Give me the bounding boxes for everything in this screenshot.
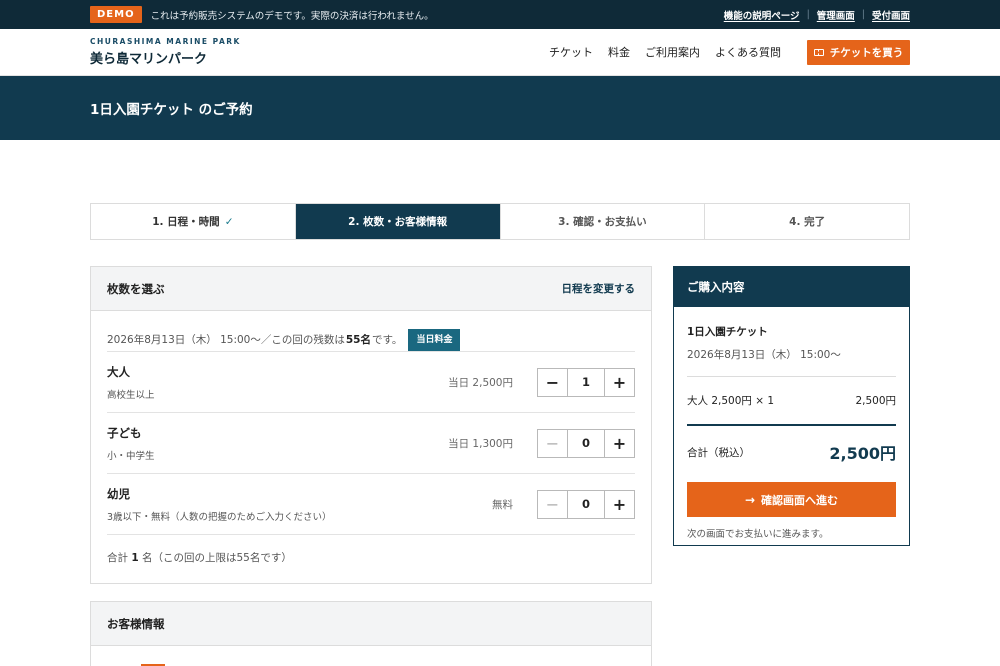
demo-links: 機能の説明ページ | 管理画面 | 受付画面	[723, 8, 910, 22]
demo-badge: DEMO	[90, 6, 142, 23]
ticket-price: 当日 2,500円	[448, 376, 513, 389]
admin-link[interactable]: 管理画面	[817, 8, 855, 22]
ticket-name: 大人	[107, 364, 130, 379]
ticket-desc: 3歳以下・無料（人数の把握のためご入力ください）	[107, 511, 332, 523]
summary-line-item: 大人 2,500円 × 1 2,500円	[687, 393, 896, 426]
site-header: CHURASHIMA MARINE PARK 美ら島マリンパーク チケット 料金…	[0, 29, 1000, 76]
site-logo[interactable]: CHURASHIMA MARINE PARK 美ら島マリンパーク	[90, 37, 241, 67]
same-day-price-badge: 当日料金	[408, 328, 461, 351]
nav-tickets[interactable]: チケット	[549, 44, 593, 60]
ticket-name: 子ども	[107, 425, 142, 440]
total-label: 合計（税込）	[687, 446, 750, 459]
logo-japanese: 美ら島マリンパーク	[90, 52, 208, 67]
nav-prices[interactable]: 料金	[608, 44, 630, 60]
buy-ticket-label: チケットを買う	[829, 46, 904, 59]
adult-quantity-stepper: − 1 +	[537, 367, 635, 397]
summary-note: 次の画面でお支払いに進みます。	[687, 529, 829, 540]
nav-guide[interactable]: ご利用案内	[645, 44, 700, 60]
child-decrement-button[interactable]: −	[538, 430, 567, 457]
total-count: 1	[131, 552, 139, 564]
ticket-price: 無料	[492, 498, 513, 511]
quantity-panel-title: 枚数を選ぶ	[107, 281, 165, 296]
buy-ticket-button[interactable]: チケットを買う	[807, 39, 910, 65]
demo-bar: DEMO これは予約販売システムのデモです。実際の決済は行われません。 機能の説…	[0, 0, 1000, 29]
child-quantity-stepper: − 0 +	[537, 428, 635, 458]
customer-info-panel: お客様情報	[90, 601, 652, 666]
summary-ticket-name: 1日入園チケット	[687, 326, 768, 338]
page-title: 1日入園チケット のご予約	[90, 102, 253, 118]
infant-quantity-stepper: − 0 +	[537, 489, 635, 519]
ticket-name: 幼児	[107, 486, 130, 501]
customer-panel-title: お客様情報	[107, 616, 165, 631]
check-icon: ✓	[224, 215, 234, 228]
session-info: 2026年8月13日（木） 15:00〜／この回の残数は 55名 です。 当日料…	[107, 328, 635, 352]
customer-panel-header: お客様情報	[91, 602, 651, 646]
child-increment-button[interactable]: +	[605, 430, 634, 457]
page-banner: 1日入園チケット のご予約	[0, 76, 1000, 140]
proceed-confirm-button[interactable]: → 確認画面へ進む	[687, 482, 896, 517]
feature-page-link[interactable]: 機能の説明ページ	[724, 8, 800, 22]
arrow-right-icon: →	[744, 492, 756, 507]
adult-decrement-button[interactable]: −	[538, 369, 567, 396]
summary-title: ご購入内容	[674, 267, 909, 307]
summary-total: 合計（税込） 2,500円	[687, 440, 896, 464]
adult-increment-button[interactable]: +	[605, 369, 634, 396]
step-quantity-info: 2. 枚数・お客様情報	[295, 204, 501, 239]
ticket-row-infant: 幼児 3歳以下・無料（人数の把握のためご入力ください） 無料 − 0 +	[107, 474, 635, 535]
infant-quantity-value: 0	[567, 490, 605, 518]
step-complete: 4. 完了	[789, 216, 826, 228]
ticket-price: 当日 1,300円	[448, 437, 513, 450]
line-item-amount: 2,500円	[855, 395, 896, 407]
logo-english: CHURASHIMA MARINE PARK	[90, 37, 241, 46]
progress-stepper: 1. 日程・時間 ✓ 2. 枚数・お客様情報 3. 確認・お支払い 4. 完了	[90, 203, 910, 240]
infant-decrement-button[interactable]: −	[538, 491, 567, 518]
summary-date: 2026年8月13日（木） 15:00〜	[687, 347, 896, 377]
nav-faq[interactable]: よくある質問	[715, 44, 781, 60]
reception-link[interactable]: 受付画面	[872, 8, 910, 22]
quantity-panel: 枚数を選ぶ 日程を変更する 2026年8月13日（木） 15:00〜／この回の残…	[90, 266, 652, 584]
child-quantity-value: 0	[567, 429, 605, 457]
ticket-desc: 小・中学生	[107, 450, 155, 462]
step-date-time[interactable]: 1. 日程・時間 ✓	[91, 204, 296, 239]
ticket-icon	[813, 48, 824, 56]
ticket-desc: 高校生以上	[107, 389, 155, 401]
ticket-row-adult: 大人 高校生以上 当日 2,500円 − 1 +	[107, 352, 635, 413]
quantity-panel-header: 枚数を選ぶ 日程を変更する	[91, 267, 651, 311]
total-amount: 2,500円	[829, 444, 896, 463]
main-nav: チケット 料金 ご利用案内 よくある質問	[534, 44, 781, 60]
order-summary: ご購入内容 1日入園チケット 2026年8月13日（木） 15:00〜 大人 2…	[673, 266, 910, 546]
line-item-label: 大人 2,500円 × 1	[687, 395, 775, 407]
adult-quantity-value: 1	[567, 368, 605, 396]
total-count-line: 合計 1 名（この回の上限は55名です）	[107, 552, 292, 564]
demo-notice: これは予約販売システムのデモです。実際の決済は行われません。	[150, 10, 434, 22]
ticket-row-child: 子ども 小・中学生 当日 1,300円 − 0 +	[107, 413, 635, 474]
step-confirm-payment: 3. 確認・お支払い	[501, 204, 706, 239]
change-date-link[interactable]: 日程を変更する	[562, 281, 636, 296]
remaining-count: 55名	[345, 334, 371, 346]
infant-increment-button[interactable]: +	[605, 491, 634, 518]
